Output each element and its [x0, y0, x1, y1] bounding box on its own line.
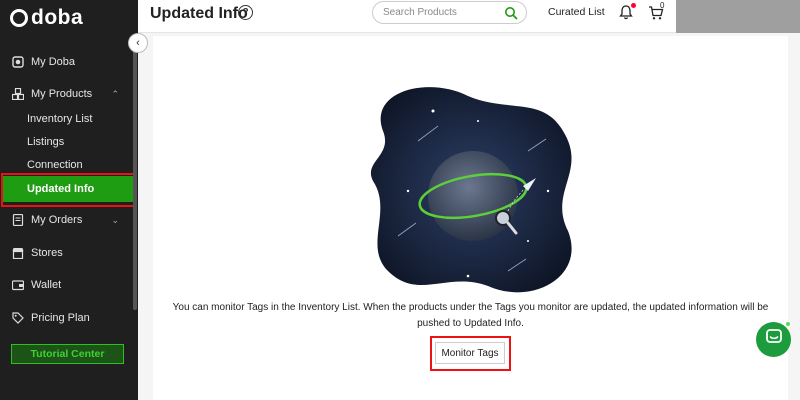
highlight-box-monitor-tags [430, 336, 511, 371]
sidebar-subitem-inventory-list[interactable]: Inventory List [0, 108, 133, 130]
page-title: Updated Info [150, 5, 248, 22]
chevron-up-icon: ⌃ [111, 88, 119, 99]
sidebar-subitem-label: Listings [27, 136, 65, 148]
help-icon[interactable]: ? [238, 5, 253, 20]
cart-count-badge: 0 [660, 1, 665, 10]
sidebar-item-label: Stores [31, 247, 63, 259]
sidebar-item-label: Wallet [31, 279, 62, 291]
sidebar-item-wallet[interactable]: Wallet [0, 271, 133, 299]
info-message: You can monitor Tags in the Inventory Li… [172, 302, 769, 329]
sidebar-item-my-orders[interactable]: My Orders ⌄ [0, 206, 133, 234]
sidebar-item-my-doba[interactable]: My Doba [0, 48, 133, 76]
search-box [372, 1, 527, 24]
curated-list-link[interactable]: Curated List [548, 6, 605, 18]
boxes-icon [12, 88, 24, 100]
dashboard-icon [12, 56, 24, 68]
search-icon[interactable] [504, 6, 518, 20]
search-input[interactable] [383, 5, 498, 20]
store-icon [12, 247, 24, 259]
logo-mark-icon [10, 9, 28, 27]
chevron-left-icon: ‹ [136, 37, 140, 49]
logo-text: doba [31, 6, 84, 29]
chat-support-button[interactable] [756, 322, 791, 357]
sidebar: doba My Doba My Products ⌃ Inventory Lis… [0, 0, 138, 400]
wallet-icon [12, 279, 24, 291]
tag-icon [12, 312, 24, 324]
sidebar-item-pricing-plan[interactable]: Pricing Plan [0, 304, 133, 332]
sidebar-subitem-label: Inventory List [27, 113, 93, 125]
sidebar-subitem-listings[interactable]: Listings [0, 131, 133, 153]
sidebar-item-label: My Products [31, 88, 93, 100]
main-content-card: You can monitor Tags in the Inventory Li… [153, 36, 788, 400]
chat-icon [765, 328, 783, 351]
notification-dot [631, 3, 636, 8]
sidebar-item-label: My Orders [31, 214, 83, 226]
orders-icon [12, 214, 24, 226]
tutorial-center-button[interactable]: Tutorial Center [11, 344, 124, 364]
account-area[interactable] [676, 0, 800, 33]
sidebar-item-stores[interactable]: Stores [0, 239, 133, 267]
top-header: Updated Info ? Curated List 0 [138, 0, 800, 33]
collapse-sidebar-button[interactable]: ‹ [128, 33, 148, 53]
sidebar-item-my-products[interactable]: My Products ⌃ [0, 80, 133, 108]
sidebar-item-label: My Doba [31, 56, 76, 68]
chevron-down-icon: ⌄ [111, 214, 119, 225]
doba-logo[interactable]: doba [10, 7, 83, 29]
empty-state-illustration [358, 71, 588, 311]
sidebar-item-label: Pricing Plan [31, 312, 90, 324]
sidebar-subitem-label: Connection [27, 159, 83, 171]
highlight-box-updated-info [1, 173, 136, 207]
app-root: doba My Doba My Products ⌃ Inventory Lis… [0, 0, 800, 400]
chat-online-dot [785, 321, 791, 327]
sidebar-scrollbar[interactable] [133, 40, 137, 310]
